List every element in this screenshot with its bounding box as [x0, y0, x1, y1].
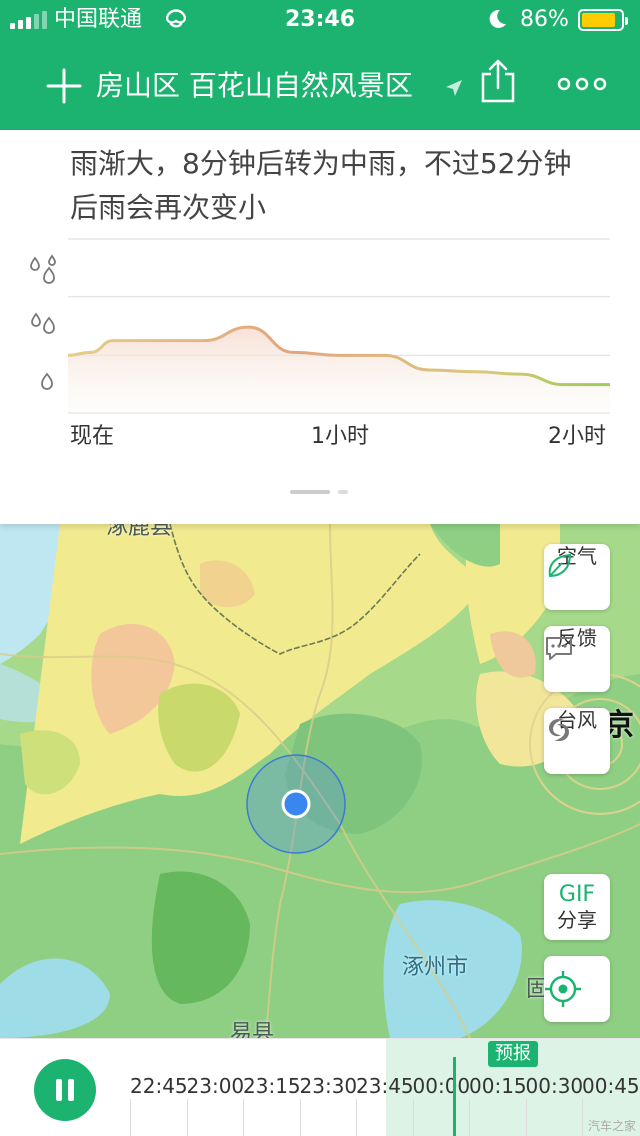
- plus-icon[interactable]: [44, 66, 84, 106]
- leaf-icon: [548, 553, 572, 578]
- light-rain-icon: [41, 372, 53, 390]
- tick-2h: 2小时: [548, 424, 606, 449]
- map-label-zhuozhou: 涿州市: [402, 955, 469, 980]
- timeline-cursor[interactable]: [453, 1057, 456, 1136]
- crosshair-icon: [545, 971, 581, 1007]
- radar-map[interactable]: 涿鹿县 涿州市 易县 京 固 空气 反馈 台风 GIF 分享: [0, 524, 640, 1038]
- do-not-disturb-icon: [489, 9, 506, 28]
- timeline-tick: [412, 1099, 414, 1136]
- timeline-time-label[interactable]: 00:45: [582, 1073, 640, 1099]
- forecast-card: 雨渐大，8分钟后转为中雨，不过52分钟后雨会再次变小 现在 1小时 2小时: [0, 130, 640, 524]
- timeline-tick: [525, 1099, 527, 1136]
- forecast-headline: 雨渐大，8分钟后转为中雨，不过52分钟后雨会再次变小: [70, 147, 572, 224]
- title-bar: 房山区 百花山自然风景区: [0, 40, 640, 130]
- timeline-time-label[interactable]: 22:45: [130, 1073, 188, 1099]
- current-location-marker: [246, 754, 346, 854]
- more-icon[interactable]: [556, 74, 608, 94]
- timeline-time-label[interactable]: 23:00: [187, 1073, 245, 1099]
- precipitation-chart: [68, 238, 610, 414]
- timeline-time-label[interactable]: 00:15: [469, 1073, 527, 1099]
- gif-share-label: 分享: [557, 908, 597, 932]
- timeline-tick: [130, 1099, 131, 1136]
- share-icon[interactable]: [478, 58, 518, 104]
- feedback-button[interactable]: 反馈: [544, 626, 610, 692]
- watermark: 汽车之家: [587, 1119, 636, 1133]
- timeline-time-label[interactable]: 00:30: [526, 1073, 584, 1099]
- timeline-time-label[interactable]: 00:00: [413, 1073, 471, 1099]
- typhoon-icon: [549, 719, 569, 741]
- air-quality-button[interactable]: 空气: [544, 544, 610, 610]
- typhoon-button[interactable]: 台风: [544, 708, 610, 774]
- timeline-tick: [243, 1099, 244, 1136]
- gif-share-button[interactable]: GIF 分享: [544, 874, 610, 940]
- pause-button[interactable]: [34, 1059, 96, 1121]
- battery-icon: [578, 9, 628, 31]
- timeline-time-label[interactable]: 23:45: [356, 1073, 414, 1099]
- timeline-tick: [582, 1099, 583, 1136]
- location-arrow-icon: [446, 80, 462, 96]
- gif-label: GIF: [558, 882, 596, 907]
- radar-timeline[interactable]: 预报 22:45 23:00 23:15 23:30 23:45 00:00 00:15 00…: [0, 1038, 640, 1136]
- moderate-rain-icon: [31, 312, 55, 334]
- timeline-time-label[interactable]: 23:15: [243, 1073, 301, 1099]
- forecast-badge: 预报: [488, 1041, 538, 1067]
- map-label-zhuolu: 涿鹿县: [106, 524, 173, 540]
- page-indicator: [290, 490, 348, 494]
- status-bar: 中国联通 23:46 86%: [0, 0, 640, 40]
- chat-bubble-icon: [546, 637, 572, 660]
- battery-percent: 86%: [520, 7, 569, 32]
- map-label-yixian: 易县: [230, 1021, 275, 1038]
- tick-now: 现在: [70, 424, 115, 449]
- timeline-tick: [299, 1099, 301, 1136]
- locate-button[interactable]: [544, 956, 610, 1022]
- timeline-tick: [186, 1099, 188, 1136]
- location-title[interactable]: 房山区 百花山自然风景区: [96, 66, 413, 106]
- timeline-tick: [469, 1099, 470, 1136]
- heavy-rain-icon: [30, 254, 56, 284]
- timeline-time-label[interactable]: 23:30: [300, 1073, 358, 1099]
- tick-1h: 1小时: [311, 424, 369, 449]
- timeline-tick: [356, 1099, 357, 1136]
